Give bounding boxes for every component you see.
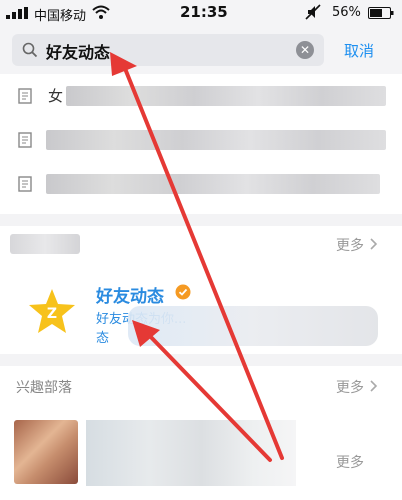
chevron-right-icon [370, 238, 378, 250]
more-public-accounts-button[interactable]: 更多 [336, 235, 364, 255]
more-tribe-button[interactable]: 更多 [336, 452, 364, 472]
document-icon [18, 176, 32, 192]
search-icon [22, 42, 38, 58]
search-input[interactable]: 好友动态 ✕ [12, 34, 324, 66]
search-bar: 好友动态 ✕ 取消 [0, 26, 402, 74]
clock: 21:35 [180, 3, 228, 21]
more-tribes-button[interactable]: 更多 [336, 377, 364, 397]
blurred-text [66, 86, 386, 106]
svg-text:Z: Z [47, 306, 57, 322]
public-account-result[interactable]: Z 好友动态 好友动态为你... 态 [0, 262, 402, 354]
document-icon [18, 88, 32, 104]
public-account-description-line2: 态 [96, 331, 110, 346]
chevron-right-icon [370, 380, 378, 392]
public-account-name: 好友动态 [96, 287, 164, 307]
signal-icon [6, 7, 28, 19]
blurred-text [46, 174, 380, 194]
battery-icon [368, 7, 394, 19]
search-history-list: 女 [0, 74, 402, 214]
history-item[interactable] [0, 162, 402, 206]
verified-badge-icon [175, 284, 191, 300]
document-icon [18, 132, 32, 148]
search-query[interactable]: 好友动态 [46, 39, 110, 63]
interest-tribe-section-header: 兴趣部落 更多 [0, 366, 402, 406]
history-item[interactable]: 女 [0, 74, 402, 118]
section-divider [0, 354, 402, 366]
cancel-button[interactable]: 取消 [344, 40, 374, 61]
history-item[interactable] [0, 118, 402, 162]
tribe-thumbnail [14, 420, 78, 484]
blurred-description [128, 306, 378, 346]
section-divider [0, 214, 402, 226]
wifi-icon [92, 5, 110, 19]
section-title: 兴趣部落 [16, 380, 72, 396]
qzone-star-icon: Z [29, 289, 75, 333]
blurred-tribe-info [86, 420, 296, 486]
blurred-section-title [10, 234, 80, 254]
history-item-lead: 女 [48, 87, 64, 105]
status-bar: 中国移动 21:35 56% [0, 0, 402, 26]
battery-percentage: 56% [332, 5, 361, 20]
blurred-text [46, 130, 386, 150]
tribe-result[interactable]: 更多 [0, 406, 402, 500]
mute-icon [305, 4, 321, 20]
public-account-section-header: 更多 [0, 226, 402, 262]
carrier-name: 中国移动 [34, 9, 87, 24]
clear-icon[interactable]: ✕ [296, 41, 314, 59]
